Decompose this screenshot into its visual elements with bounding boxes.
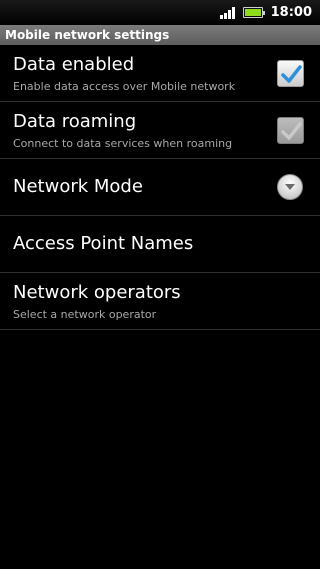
checkmark-icon (280, 121, 302, 140)
data-enabled-summary: Enable data access over Mobile network (13, 80, 236, 93)
checkmark-icon (280, 64, 302, 83)
network-operators-title: Network operators (13, 282, 181, 303)
page-title: Mobile network settings (0, 25, 320, 45)
status-bar: 18:00 (0, 0, 320, 25)
battery-icon (242, 7, 265, 18)
data-roaming-checkbox[interactable] (277, 117, 304, 144)
network-operators-item[interactable]: Network operators Select a network opera… (0, 273, 320, 330)
network-mode-title: Network Mode (13, 176, 143, 197)
data-roaming-summary: Connect to data services when roaming (13, 137, 233, 150)
settings-list: Data enabled Enable data access over Mob… (0, 45, 320, 330)
network-operators-summary: Select a network operator (13, 308, 157, 321)
network-mode-dropdown[interactable] (277, 174, 303, 200)
chevron-down-icon (285, 184, 295, 190)
data-enabled-checkbox[interactable] (277, 60, 304, 87)
access-point-names-title: Access Point Names (13, 233, 194, 254)
signal-icon (219, 6, 235, 19)
network-mode-item[interactable]: Network Mode (0, 159, 320, 216)
status-icons: 18:00 (219, 0, 312, 25)
access-point-names-item[interactable]: Access Point Names (0, 216, 320, 273)
data-enabled-title: Data enabled (13, 54, 135, 75)
data-roaming-title: Data roaming (13, 111, 137, 132)
data-enabled-item[interactable]: Data enabled Enable data access over Mob… (0, 45, 320, 102)
status-clock: 18:00 (270, 5, 312, 20)
data-roaming-item[interactable]: Data roaming Connect to data services wh… (0, 102, 320, 159)
